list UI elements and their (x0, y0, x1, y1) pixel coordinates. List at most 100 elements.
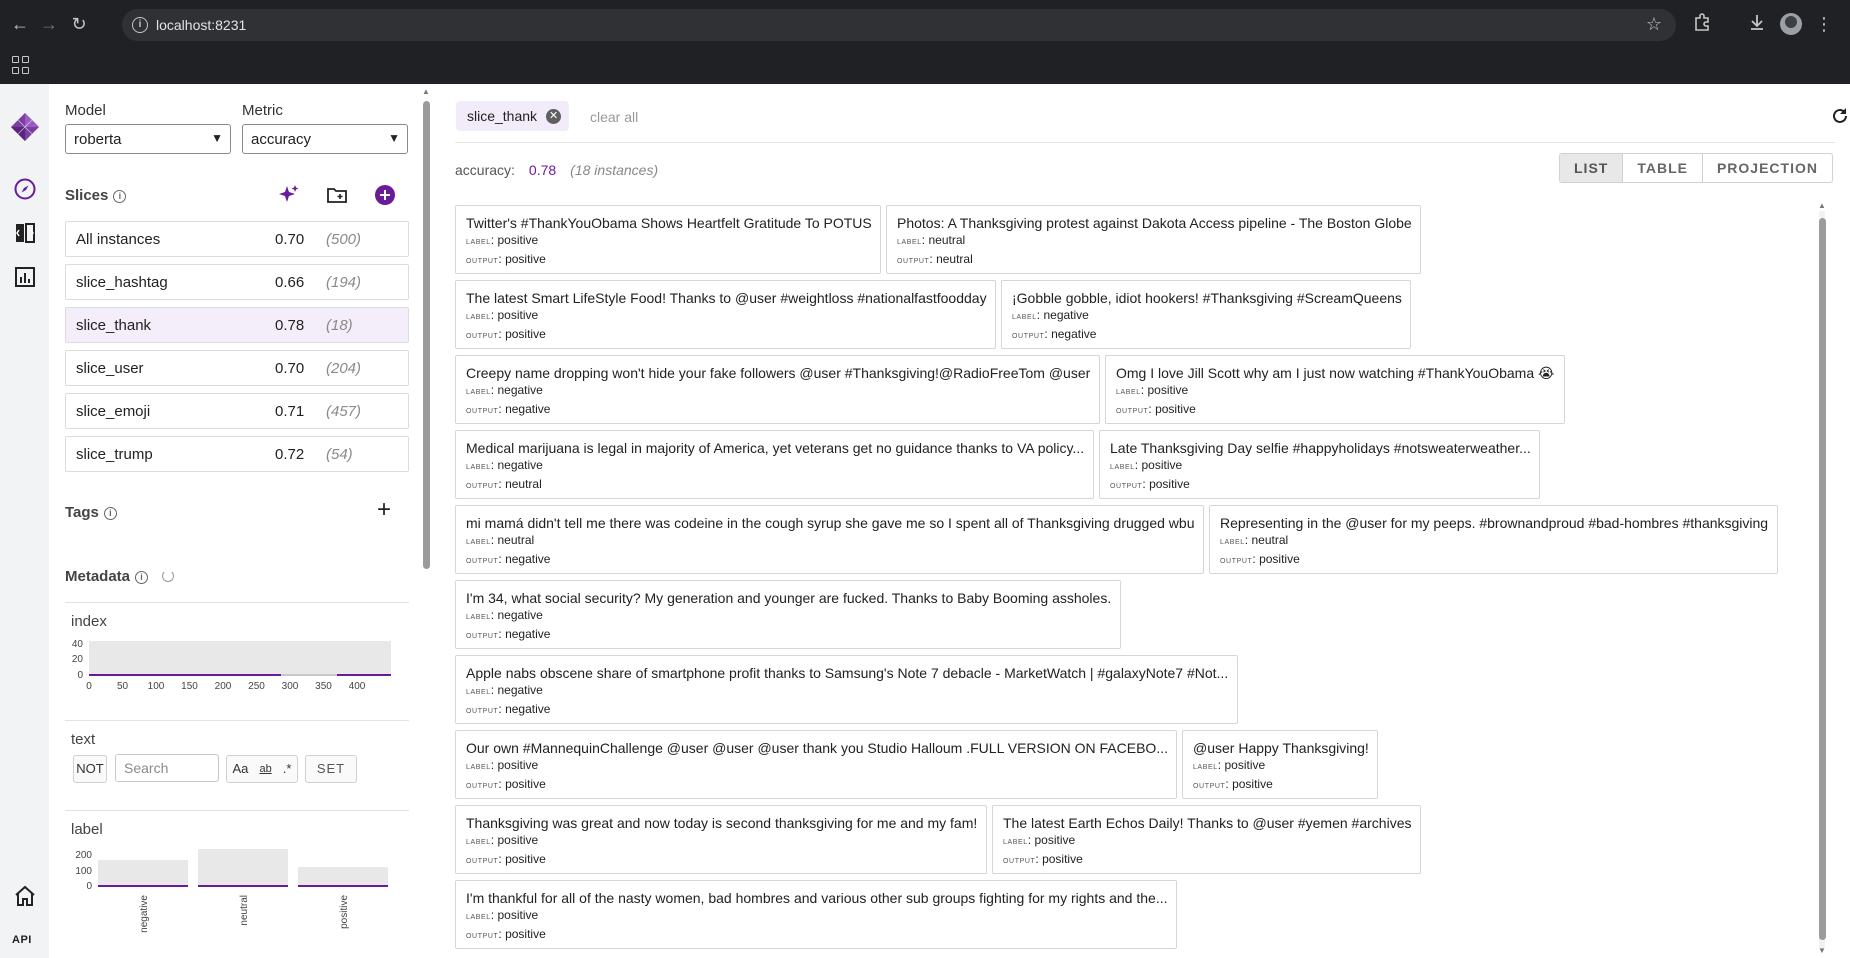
label-value: positive (497, 908, 539, 922)
model-select-value: roberta (74, 131, 122, 148)
model-select[interactable]: roberta ▼ (65, 124, 231, 154)
label-value: negative (497, 683, 543, 697)
download-icon[interactable] (1745, 12, 1769, 36)
extensions-icon[interactable] (1690, 12, 1714, 36)
label-value: positive (1147, 383, 1189, 397)
instance-card[interactable]: Representing in the @user for my peeps. … (1209, 505, 1778, 574)
whole-word-toggle[interactable]: ab (259, 756, 271, 782)
new-folder-icon[interactable] (326, 184, 348, 206)
tab-list[interactable]: LIST (1560, 154, 1624, 182)
slice-item[interactable]: slice_thank 0.78 (18) (65, 307, 409, 343)
output-field: output: positive (1220, 552, 1300, 566)
output-key: output (466, 408, 499, 415)
profile-avatar[interactable] (1780, 13, 1802, 35)
address-bar[interactable]: i localhost:8231 ☆ (122, 9, 1676, 41)
label-value: neutral (497, 533, 535, 547)
instance-card[interactable]: Photos: A Thanksgiving protest against D… (886, 205, 1421, 274)
analytics-chart-icon[interactable] (13, 265, 37, 289)
apps-grid-icon[interactable] (12, 56, 30, 74)
output-field: output: neutral (897, 252, 973, 266)
output-value: positive (1155, 402, 1196, 416)
output-key: output (1220, 558, 1253, 565)
api-link[interactable]: API (12, 934, 32, 946)
compare-icon[interactable] (13, 221, 37, 245)
label-histogram[interactable]: 200 100 0 negative neutral positive (65, 839, 409, 957)
instance-card[interactable]: ¡Gobble gobble, idiot hookers! #Thanksgi… (1001, 280, 1411, 349)
instance-card[interactable]: @user Happy Thanksgiving! label: positive… (1182, 730, 1378, 799)
match-case-toggle[interactable]: Aa (233, 756, 249, 782)
site-info-icon[interactable]: i (132, 17, 148, 33)
sidebar-scroll-thumb[interactable] (423, 101, 430, 569)
text-search-input[interactable]: Search (115, 754, 219, 782)
instance-card[interactable]: I'm 34, what social security? My generat… (455, 580, 1121, 649)
instance-card[interactable]: Omg I love Jill Scott why am I just now … (1105, 355, 1565, 424)
instance-card[interactable]: The latest Smart LifeStyle Food! Thanks … (455, 280, 996, 349)
slice-name: slice_hashtag (76, 274, 168, 291)
chevron-down-icon: ▼ (388, 131, 400, 145)
home-icon[interactable] (13, 884, 37, 908)
label-key: label (466, 764, 491, 771)
sidebar: Model roberta ▼ Metric accuracy ▼ Slices… (49, 84, 421, 958)
list-scroll-thumb[interactable] (1819, 218, 1826, 940)
set-button[interactable]: SET (305, 755, 357, 783)
regex-toggle[interactable]: .* (283, 756, 292, 782)
info-icon[interactable]: i (135, 571, 149, 584)
slice-item[interactable]: slice_trump 0.72 (54) (65, 436, 409, 472)
scroll-up-arrow-icon[interactable]: ▲ (1818, 201, 1826, 210)
output-value: positive (1259, 552, 1300, 566)
metric-select[interactable]: accuracy ▼ (242, 124, 408, 154)
info-icon[interactable]: i (103, 507, 117, 520)
refresh-icon[interactable] (1830, 106, 1850, 126)
label-key: label (1003, 839, 1028, 846)
slice-item[interactable]: All instances 0.70 (500) (65, 221, 409, 257)
instance-card[interactable]: Our own #MannequinChallenge @user @user … (455, 730, 1177, 799)
instance-card[interactable]: Medical marijuana is legal in majority o… (455, 430, 1094, 499)
sidebar-scrollbar[interactable]: ▲ (421, 84, 431, 958)
active-slice-chip[interactable]: slice_thank ✕ (456, 101, 570, 131)
not-toggle-button[interactable]: NOT (73, 755, 107, 783)
instance-card[interactable]: Late Thanksgiving Day selfie #happyholid… (1099, 430, 1540, 499)
add-slice-icon[interactable] (374, 184, 396, 206)
instance-text: Omg I love Jill Scott why am I just now … (1116, 365, 1555, 381)
slice-item[interactable]: slice_user 0.70 (204) (65, 350, 409, 386)
scroll-down-arrow-icon[interactable]: ▼ (1818, 946, 1826, 955)
instance-card[interactable]: Apple nabs obscene share of smartphone p… (455, 655, 1238, 724)
tab-table[interactable]: TABLE (1623, 154, 1703, 182)
forward-icon[interactable]: → (37, 12, 61, 36)
output-key: output (1110, 483, 1143, 490)
label-field: label: positive (466, 833, 539, 847)
category-label: neutral (239, 895, 250, 926)
slice-metric: 0.72 (275, 446, 305, 463)
explore-compass-icon[interactable] (13, 177, 37, 201)
instance-text: Medical marijuana is legal in majority o… (466, 440, 1085, 456)
list-scrollbar[interactable]: ▲ ▼ (1817, 201, 1827, 958)
output-key: output (466, 933, 499, 940)
match-options: Aa ab .* (226, 755, 298, 783)
index-histogram[interactable]: 40 20 0 0 50 100 150 200 250 300 350 400 (65, 631, 409, 699)
scroll-up-arrow-icon[interactable]: ▲ (422, 87, 430, 96)
slice-item[interactable]: slice_hashtag 0.66 (194) (65, 264, 409, 300)
instance-card[interactable]: mi mamá didn't tell me there was codeine… (455, 505, 1204, 574)
back-icon[interactable]: ← (8, 12, 32, 36)
instance-card[interactable]: Twitter's #ThankYouObama Shows Heartfelt… (455, 205, 881, 274)
label-value: neutral (928, 233, 966, 247)
info-icon[interactable]: i (113, 190, 127, 203)
instance-card[interactable]: Thanksgiving was great and now today is … (455, 805, 987, 874)
reload-icon[interactable]: ↻ (67, 12, 91, 36)
slice-item[interactable]: slice_emoji 0.71 (457) (65, 393, 409, 429)
instance-card[interactable]: I'm thankful for all of the nasty women,… (455, 880, 1177, 949)
browser-chrome: ← → ↻ i localhost:8231 ☆ ⋮ (0, 0, 1850, 84)
clear-all-link[interactable]: clear all (590, 109, 638, 125)
bookmark-star-icon[interactable]: ☆ (1646, 14, 1662, 35)
label-field: label: positive (1193, 758, 1266, 772)
label-key: label (466, 839, 491, 846)
instance-card[interactable]: Creepy name dropping won't hide your fak… (455, 355, 1100, 424)
close-icon[interactable]: ✕ (546, 109, 562, 124)
tab-projection[interactable]: PROJECTION (1703, 154, 1832, 182)
add-tag-icon[interactable]: + (377, 498, 391, 522)
instance-card[interactable]: The latest Earth Echos Daily! Thanks to … (992, 805, 1421, 874)
browser-menu-icon[interactable]: ⋮ (1812, 12, 1836, 36)
label-value: positive (497, 233, 539, 247)
sparkle-icon[interactable] (278, 184, 300, 206)
slice-count: (204) (326, 360, 362, 377)
